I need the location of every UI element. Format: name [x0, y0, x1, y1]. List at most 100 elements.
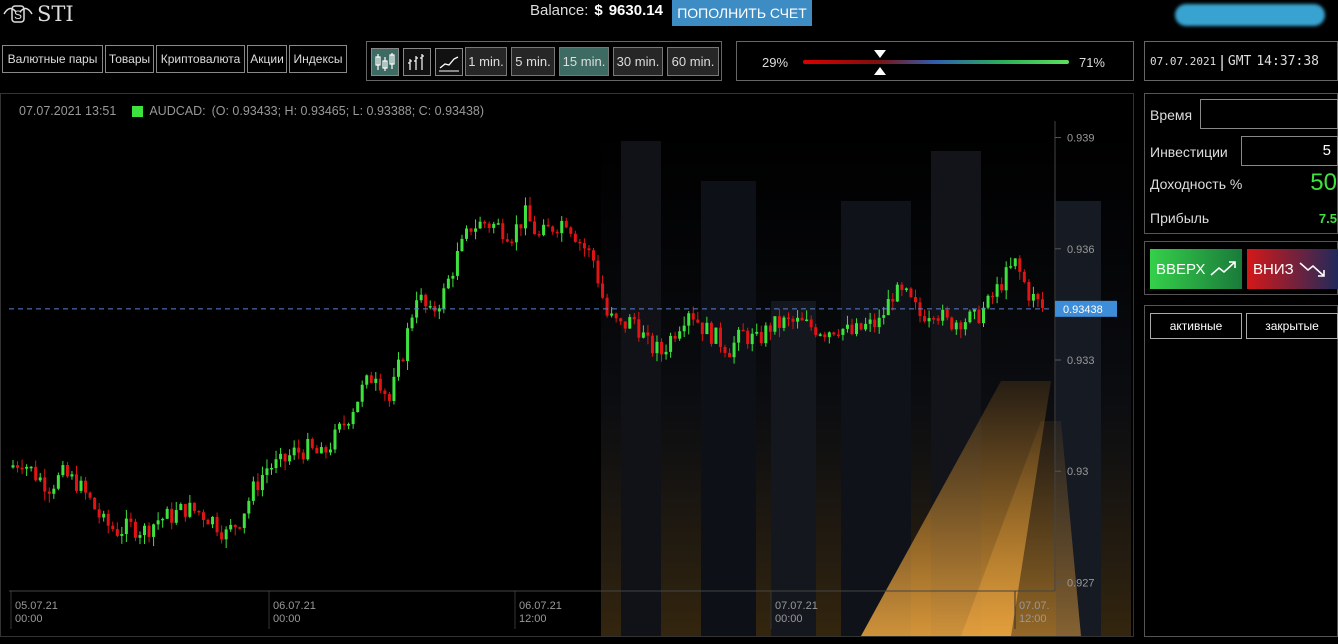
svg-text:06.07.21: 06.07.21 — [273, 600, 316, 612]
category-indices[interactable]: Индексы — [289, 45, 347, 73]
category-crypto[interactable]: Криптовалюта — [156, 45, 245, 73]
candlestick-icon[interactable] — [371, 48, 399, 76]
candle — [143, 523, 147, 544]
candle — [347, 422, 351, 430]
topup-button[interactable]: ПОПОЛНИТЬ СЧЕТ — [672, 0, 812, 26]
candle — [460, 234, 464, 252]
candle — [714, 327, 718, 345]
tab-active-orders[interactable]: активные — [1150, 313, 1242, 339]
price-chart[interactable]: 0.939 0.936 0.933 0.93 0.927 05.07.21 00:00 06.… — [0, 93, 1134, 637]
svg-text:06.07.21: 06.07.21 — [519, 600, 562, 612]
clock-time: 14:37:38 — [1256, 53, 1319, 69]
candle — [301, 449, 305, 464]
asset-category-group: Валютные пары Товары Криптовалюта Акции … — [2, 45, 347, 73]
candle — [324, 445, 328, 459]
trend-down-icon — [1299, 262, 1325, 277]
candle — [387, 391, 391, 407]
svg-text:00:00: 00:00 — [15, 613, 43, 625]
candle — [369, 371, 373, 384]
svg-text:0.93438: 0.93438 — [1063, 304, 1103, 316]
clock-separator: | — [1217, 51, 1227, 71]
y-tick-label: 0.939 — [1067, 133, 1095, 145]
candle — [950, 316, 954, 332]
candle — [120, 526, 124, 544]
candle — [487, 221, 491, 233]
candle — [986, 294, 990, 310]
candle — [192, 502, 196, 514]
put-down-button[interactable]: ВНИЗ — [1247, 249, 1338, 289]
candle — [129, 512, 133, 527]
x-tick-label: 07.07.12:00 — [1019, 600, 1050, 625]
tf-15min-button[interactable]: 15 min. — [559, 47, 609, 76]
candle — [573, 230, 577, 243]
candle — [360, 380, 364, 407]
candle — [215, 512, 219, 537]
tab-closed-orders[interactable]: закрытые — [1246, 313, 1338, 339]
sentiment-up-pct: 71% — [1078, 55, 1105, 70]
candle — [274, 450, 278, 474]
candle — [709, 321, 713, 347]
chart-toolbar: 1 min. 5 min. 15 min. 30 min. 60 min. — [366, 41, 722, 81]
tf-1min-button[interactable]: 1 min. — [465, 47, 507, 76]
tf-5min-button[interactable]: 5 min. — [511, 47, 555, 76]
time-label: Время — [1150, 107, 1193, 123]
ohlc-symbol: AUDCAD: — [149, 104, 206, 118]
candle — [342, 415, 346, 430]
candle — [415, 291, 419, 324]
call-up-button[interactable]: ВВЕРХ — [1150, 249, 1242, 289]
sentiment-down-pct: 29% — [762, 55, 789, 70]
candle — [582, 238, 586, 257]
candle — [174, 501, 178, 525]
candle — [551, 225, 555, 235]
candle — [396, 352, 400, 381]
trader-sentiment: 29% 71% — [736, 41, 1134, 81]
candle — [256, 473, 260, 497]
candle — [79, 476, 83, 494]
svg-text:00:00: 00:00 — [273, 613, 301, 625]
candle — [328, 442, 332, 456]
series-color-swatch — [132, 105, 144, 117]
user-name-redacted — [1175, 4, 1325, 26]
city-background — [601, 121, 1131, 636]
candle — [437, 304, 441, 320]
clock-date: 07.07.2021 — [1150, 54, 1217, 68]
candle — [11, 460, 15, 469]
candle — [106, 509, 110, 534]
candle — [220, 525, 224, 544]
candle — [201, 509, 205, 528]
candle — [152, 523, 156, 547]
candle — [156, 512, 160, 530]
profit-label: Прибыль — [1150, 210, 1210, 226]
category-currency-pairs[interactable]: Валютные пары — [2, 45, 103, 73]
tf-30min-button[interactable]: 30 min. — [613, 47, 663, 76]
profit-value: 7.5 — [1318, 211, 1337, 226]
balance-value: 9630.14 — [608, 2, 663, 19]
clock-zone: GMT — [1227, 53, 1252, 69]
svg-text:05.07.21: 05.07.21 — [15, 600, 58, 612]
candle — [138, 531, 142, 545]
candle — [428, 300, 432, 310]
candle — [351, 408, 355, 429]
candle — [356, 401, 360, 413]
candle — [564, 217, 568, 229]
candle — [147, 522, 151, 543]
tf-60min-button[interactable]: 60 min. — [667, 47, 719, 76]
candle — [560, 216, 564, 242]
investment-field[interactable]: 5 — [1241, 136, 1338, 166]
candle — [288, 449, 292, 465]
bar-chart-icon[interactable] — [403, 48, 431, 76]
candle — [650, 332, 654, 357]
category-stocks[interactable]: Акции — [247, 45, 287, 73]
y-tick-label: 0.933 — [1067, 355, 1095, 367]
line-chart-icon[interactable] — [435, 48, 463, 76]
logo-emblem-icon: S — [3, 5, 33, 23]
candle — [283, 453, 287, 471]
candle — [29, 466, 33, 472]
candle — [38, 472, 42, 482]
candle — [537, 230, 541, 238]
candle — [84, 476, 88, 500]
category-commodities[interactable]: Товары — [105, 45, 154, 73]
candle — [968, 309, 972, 324]
time-field[interactable] — [1200, 99, 1338, 129]
investment-label: Инвестиции — [1150, 144, 1228, 160]
